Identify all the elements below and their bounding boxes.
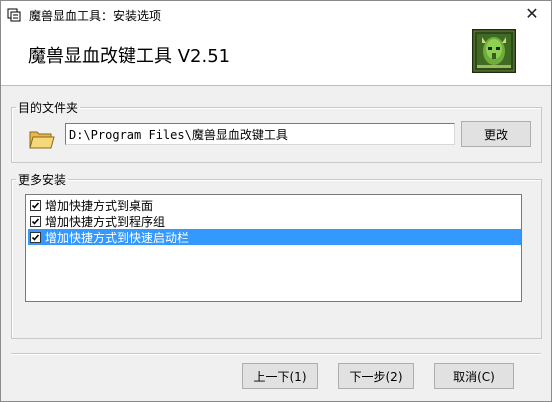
warcraft-face-logo-icon	[472, 29, 516, 73]
list-item-quick-launch-shortcut[interactable]: 增加快捷方式到快速启动栏	[28, 229, 521, 245]
list-item-program-group-shortcut[interactable]: 增加快捷方式到程序组	[28, 213, 521, 229]
window-title: 魔兽显血工具：安装选项	[29, 9, 162, 23]
cancel-button[interactable]: 取消(C)	[434, 363, 514, 389]
destination-path-input[interactable]	[65, 123, 455, 145]
installer-window: 魔兽显血工具：安装选项 ✕ 魔兽显血改键工具 V2.51 目的文件夹 D:\Pr…	[0, 0, 552, 402]
install-options-list[interactable]: 增加快捷方式到桌面 增加快捷方式到程序组 增加快捷方式到快速启动栏	[25, 194, 522, 302]
list-item-label: 增加快捷方式到桌面	[45, 198, 154, 213]
close-icon[interactable]: ✕	[521, 4, 543, 24]
list-item-desktop-shortcut[interactable]: 增加快捷方式到桌面	[28, 197, 521, 213]
title-bar: 魔兽显血工具：安装选项 ✕	[1, 1, 551, 29]
checkbox-program-group-shortcut[interactable]	[30, 215, 41, 227]
more-install-legend: 更多安装	[18, 173, 67, 187]
list-item-label: 增加快捷方式到程序组	[45, 214, 166, 229]
checkbox-quick-launch-shortcut[interactable]	[30, 231, 41, 243]
installer-icon	[7, 8, 21, 22]
destination-legend: 目的文件夹	[18, 101, 79, 115]
back-button[interactable]: 上一下(1)	[242, 363, 318, 389]
change-folder-button[interactable]: 更改	[461, 121, 531, 147]
header-banner: 魔兽显血改键工具 V2.51	[1, 29, 551, 86]
next-button[interactable]: 下一步(2)	[338, 363, 414, 389]
checkbox-desktop-shortcut[interactable]	[30, 199, 41, 211]
header-title: 魔兽显血改键工具 V2.51	[28, 46, 231, 67]
list-item-label: 增加快捷方式到快速启动栏	[45, 230, 190, 245]
footer-divider	[11, 353, 541, 355]
folder-icon	[29, 128, 55, 150]
